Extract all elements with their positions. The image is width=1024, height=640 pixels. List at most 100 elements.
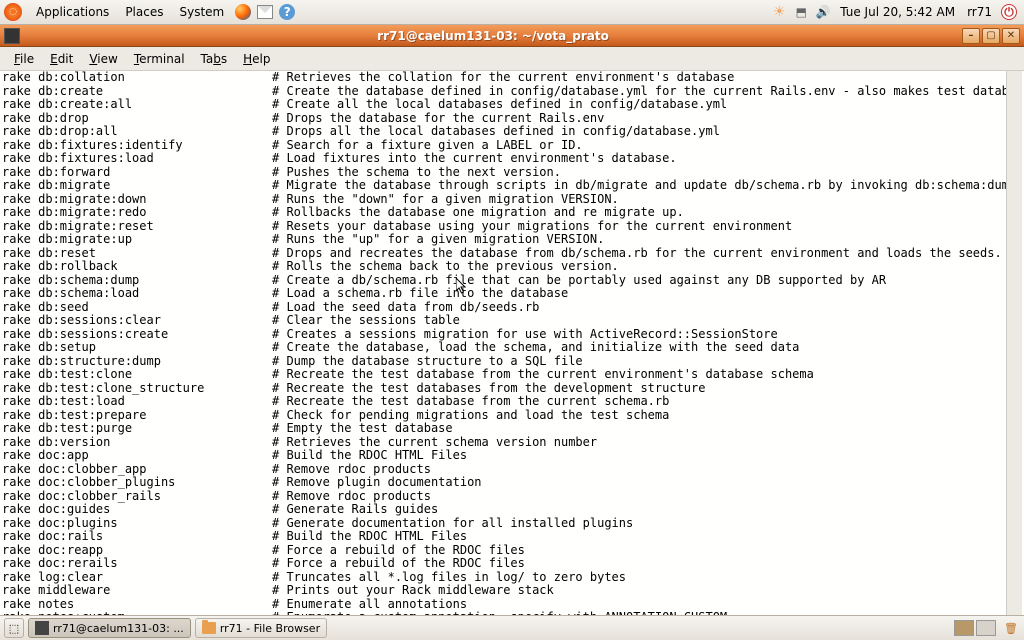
terminal-window: rr71@caelum131-03: ~/vota_prato – ▢ ✕ Fi…: [0, 25, 1024, 615]
taskbar-item-label: rr71@caelum131-03: ...: [53, 622, 184, 635]
rake-task-description: # Rolls the schema back to the previous …: [272, 260, 1006, 274]
rake-task-name: rake db:test:purge: [2, 422, 272, 436]
rake-task-name: rake db:fixtures:identify: [2, 139, 272, 153]
terminal-menubar: File Edit View Terminal Tabs Help: [0, 47, 1024, 71]
rake-task-description: # Load the seed data from db/seeds.rb: [272, 301, 1006, 315]
rake-task-name: rake db:sessions:clear: [2, 314, 272, 328]
terminal-line: rake db:fixtures:load# Load fixtures int…: [2, 152, 1006, 166]
rake-task-name: rake log:clear: [2, 571, 272, 585]
clock[interactable]: Tue Jul 20, 5:42 AM: [834, 5, 961, 19]
taskbar-item-filebrowser[interactable]: rr71 - File Browser: [195, 618, 327, 638]
terminal-title-icon: [4, 28, 20, 44]
rake-task-description: # Enumerate all annotations: [272, 598, 1006, 612]
help-launcher-icon[interactable]: ?: [278, 3, 296, 21]
terminal-body[interactable]: rake db:collation# Retrieves the collati…: [0, 71, 1024, 615]
user-switcher[interactable]: rr71: [961, 5, 998, 19]
rake-task-name: rake db:sessions:create: [2, 328, 272, 342]
shutdown-icon[interactable]: ⏻: [1000, 3, 1018, 21]
terminal-line: rake db:forward# Pushes the schema to th…: [2, 166, 1006, 180]
rake-task-description: # Runs the "down" for a given migration …: [272, 193, 1006, 207]
rake-task-description: # Remove rdoc products: [272, 463, 1006, 477]
terminal-line: rake db:create# Create the database defi…: [2, 85, 1006, 99]
rake-task-description: # Empty the test database: [272, 422, 1006, 436]
rake-task-description: # Rollbacks the database one migration a…: [272, 206, 1006, 220]
rake-task-description: # Drops and recreates the database from …: [272, 247, 1006, 261]
rake-task-description: # Force a rebuild of the RDOC files: [272, 557, 1006, 571]
terminal-line: rake db:test:load# Recreate the test dat…: [2, 395, 1006, 409]
terminal-line: rake db:test:prepare# Check for pending …: [2, 409, 1006, 423]
rake-task-description: # Remove plugin documentation: [272, 476, 1006, 490]
rake-task-description: # Create all the local databases defined…: [272, 98, 1006, 112]
terminal-line: rake log:clear# Truncates all *.log file…: [2, 571, 1006, 585]
rake-task-name: rake db:drop:all: [2, 125, 272, 139]
terminal-line: rake db:fixtures:identify# Search for a …: [2, 139, 1006, 153]
terminal-scrollbar[interactable]: [1006, 71, 1022, 615]
rake-task-name: rake db:seed: [2, 301, 272, 315]
minimize-button[interactable]: –: [962, 28, 980, 44]
trash-icon[interactable]: 🗑: [1002, 619, 1020, 637]
terminal-line: rake db:sessions:create# Creates a sessi…: [2, 328, 1006, 342]
workspace-1[interactable]: [954, 620, 974, 636]
terminal-line: rake db:create:all# Create all the local…: [2, 98, 1006, 112]
rake-task-description: # Force a rebuild of the RDOC files: [272, 544, 1006, 558]
rake-task-name: rake db:drop: [2, 112, 272, 126]
workspace-switcher[interactable]: [954, 620, 996, 636]
places-menu[interactable]: Places: [117, 5, 171, 19]
applications-menu[interactable]: Applications: [28, 5, 117, 19]
rake-task-description: # Remove rdoc products: [272, 490, 1006, 504]
terminal-line: rake doc:clobber_plugins# Remove plugin …: [2, 476, 1006, 490]
rake-task-name: rake db:forward: [2, 166, 272, 180]
menu-tabs[interactable]: Tabs: [193, 52, 236, 66]
rake-task-name: rake db:migrate:redo: [2, 206, 272, 220]
menu-file[interactable]: File: [6, 52, 42, 66]
rake-task-name: rake db:create:all: [2, 98, 272, 112]
menu-terminal[interactable]: Terminal: [126, 52, 193, 66]
terminal-line: rake db:test:purge# Empty the test datab…: [2, 422, 1006, 436]
taskbar-item-label: rr71 - File Browser: [220, 622, 320, 635]
mail-launcher-icon[interactable]: [256, 3, 274, 21]
terminal-line: rake db:drop# Drops the database for the…: [2, 112, 1006, 126]
show-desktop-button[interactable]: ⬚: [4, 618, 24, 638]
terminal-line: rake db:test:clone# Recreate the test da…: [2, 368, 1006, 382]
taskbar-item-terminal[interactable]: rr71@caelum131-03: ...: [28, 618, 191, 638]
terminal-line: rake db:drop:all# Drops all the local da…: [2, 125, 1006, 139]
rake-task-description: # Generate documentation for all install…: [272, 517, 1006, 531]
close-button[interactable]: ✕: [1002, 28, 1020, 44]
rake-task-name: rake doc:plugins: [2, 517, 272, 531]
rake-task-description: # Recreate the test database from the cu…: [272, 395, 1006, 409]
rake-task-name: rake db:fixtures:load: [2, 152, 272, 166]
rake-task-description: # Drops all the local databases defined …: [272, 125, 1006, 139]
terminal-line: rake db:test:clone_structure# Recreate t…: [2, 382, 1006, 396]
menu-view[interactable]: View: [81, 52, 125, 66]
terminal-line: rake db:migrate:down# Runs the "down" fo…: [2, 193, 1006, 207]
rake-task-name: rake db:collation: [2, 71, 272, 85]
rake-task-name: rake doc:rerails: [2, 557, 272, 571]
rake-task-description: # Check for pending migrations and load …: [272, 409, 1006, 423]
terminal-line: rake doc:rails# Build the RDOC HTML File…: [2, 530, 1006, 544]
volume-icon[interactable]: 🔊: [814, 3, 832, 21]
ubuntu-logo-icon[interactable]: ◌: [4, 3, 22, 21]
terminal-line: rake notes# Enumerate all annotations: [2, 598, 1006, 612]
workspace-2[interactable]: [976, 620, 996, 636]
terminal-line: rake doc:plugins# Generate documentation…: [2, 517, 1006, 531]
firefox-launcher-icon[interactable]: [234, 3, 252, 21]
rake-task-description: # Search for a fixture given a LABEL or …: [272, 139, 1006, 153]
rake-task-name: rake notes: [2, 598, 272, 612]
rake-task-name: rake db:reset: [2, 247, 272, 261]
rake-task-description: # Retrieves the current schema version n…: [272, 436, 1006, 450]
rake-task-name: rake db:test:prepare: [2, 409, 272, 423]
terminal-task-icon: [35, 621, 49, 635]
rake-task-description: # Prints out your Rack middleware stack: [272, 584, 1006, 598]
rake-task-name: rake db:create: [2, 85, 272, 99]
system-menu[interactable]: System: [171, 5, 232, 19]
terminal-line: rake db:seed# Load the seed data from db…: [2, 301, 1006, 315]
brightness-icon[interactable]: ☀: [770, 3, 788, 21]
menu-edit[interactable]: Edit: [42, 52, 81, 66]
maximize-button[interactable]: ▢: [982, 28, 1000, 44]
gnome-top-panel: ◌ Applications Places System ? ☀ ⬒ 🔊 Tue…: [0, 0, 1024, 25]
update-notifier-icon[interactable]: ⬒: [792, 3, 810, 21]
rake-task-name: rake db:migrate:reset: [2, 220, 272, 234]
menu-help[interactable]: Help: [235, 52, 278, 66]
window-titlebar[interactable]: rr71@caelum131-03: ~/vota_prato – ▢ ✕: [0, 25, 1024, 47]
rake-task-description: # Creates a sessions migration for use w…: [272, 328, 1006, 342]
